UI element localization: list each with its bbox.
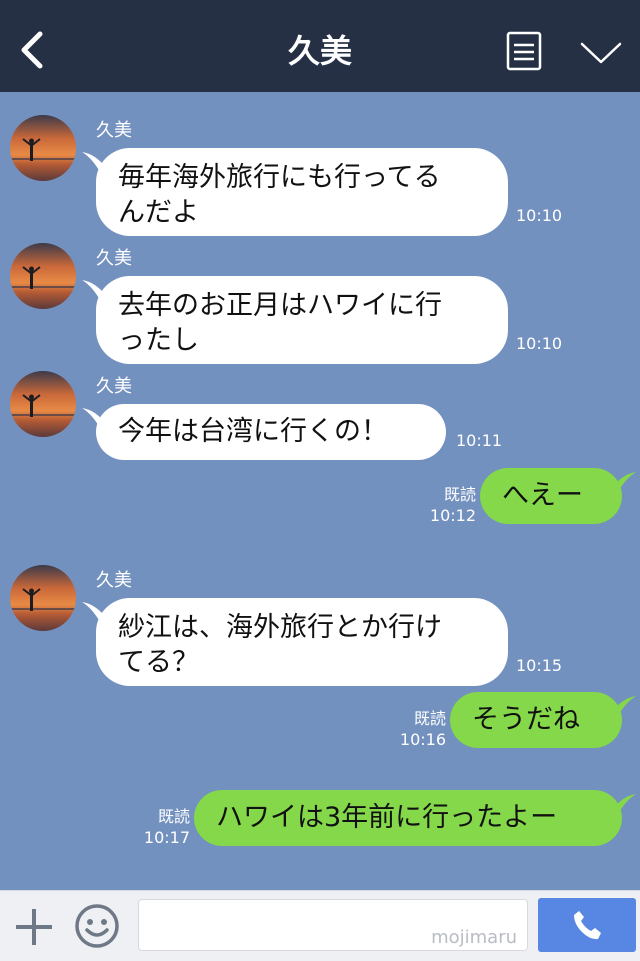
message-time: 10:15 xyxy=(516,656,563,675)
watermark: mojimaru xyxy=(431,927,517,948)
outgoing-message-bubble[interactable]: へえー xyxy=(480,468,636,524)
avatar-image xyxy=(10,565,76,631)
smiley-icon xyxy=(75,904,119,948)
read-receipt: 既読 xyxy=(443,485,476,504)
message-text: ハワイは3年前に行ったよー xyxy=(216,802,558,833)
avatar[interactable] xyxy=(10,371,76,437)
menu-button[interactable] xyxy=(506,31,542,71)
incoming-message-bubble[interactable]: 紗江は、海外旅行とか行け てる？ xyxy=(82,598,508,686)
collapse-button[interactable] xyxy=(578,38,624,66)
incoming-message-bubble[interactable]: 去年のお正月はハワイに行 ったし xyxy=(82,276,508,364)
message-time: 10:12 xyxy=(429,506,476,525)
incoming-message-bubble[interactable]: 毎年海外旅行にも行ってる んだよ xyxy=(82,148,508,236)
message-text: 毎年海外旅行にも行ってる んだよ xyxy=(118,162,441,228)
emoji-button[interactable] xyxy=(74,903,120,949)
bubble-tail xyxy=(82,280,108,300)
bubble-tail xyxy=(82,602,108,622)
sender-name: 久美 xyxy=(96,120,132,141)
message-time: 10:17 xyxy=(143,828,190,847)
message-time: 10:10 xyxy=(516,334,563,353)
read-receipt: 既読 xyxy=(413,709,446,728)
chevron-down-icon xyxy=(580,42,622,64)
incoming-message-bubble[interactable]: 今年は台湾に行くの！ xyxy=(82,404,446,460)
avatar-image xyxy=(10,115,76,181)
call-button[interactable] xyxy=(538,898,636,952)
add-button[interactable] xyxy=(14,907,54,947)
input-bar: mojimaru xyxy=(0,890,640,961)
document-list-icon xyxy=(506,31,542,71)
plus-icon xyxy=(16,909,52,945)
bubble-tail xyxy=(610,794,636,814)
message-time: 10:16 xyxy=(399,730,446,749)
bubble-tail xyxy=(82,152,108,172)
message-meta: 既読 10:17 xyxy=(134,806,190,848)
sender-name: 久美 xyxy=(96,248,132,269)
bubble-tail xyxy=(82,408,108,428)
avatar[interactable] xyxy=(10,243,76,309)
avatar[interactable] xyxy=(10,115,76,181)
message-time: 10:10 xyxy=(516,206,563,225)
message-meta: 既読 10:12 xyxy=(420,484,476,526)
sender-name: 久美 xyxy=(96,376,132,397)
chat-title: 久美 xyxy=(287,32,352,70)
read-receipt: 既読 xyxy=(157,807,190,826)
outgoing-message-bubble[interactable]: ハワイは3年前に行ったよー xyxy=(194,790,636,846)
message-meta: 既読 10:16 xyxy=(390,708,446,750)
message-text: 紗江は、海外旅行とか行け てる？ xyxy=(118,612,442,678)
sender-name: 久美 xyxy=(96,570,132,591)
message-text: そうだね xyxy=(472,704,580,735)
avatar[interactable] xyxy=(10,565,76,631)
message-text: 去年のお正月はハワイに行 ったし xyxy=(118,290,442,356)
message-text: 今年は台湾に行くの！ xyxy=(118,416,388,447)
bubble-tail xyxy=(610,696,636,716)
bubble-tail xyxy=(610,472,636,492)
outgoing-message-bubble[interactable]: そうだね xyxy=(450,692,636,748)
avatar-image xyxy=(10,371,76,437)
message-text: へえー xyxy=(502,480,583,511)
avatar-image xyxy=(10,243,76,309)
chat-header: 久美 xyxy=(0,0,640,92)
message-time: 10:11 xyxy=(456,431,503,450)
message-input[interactable]: mojimaru xyxy=(138,899,528,951)
phone-icon xyxy=(574,911,601,940)
